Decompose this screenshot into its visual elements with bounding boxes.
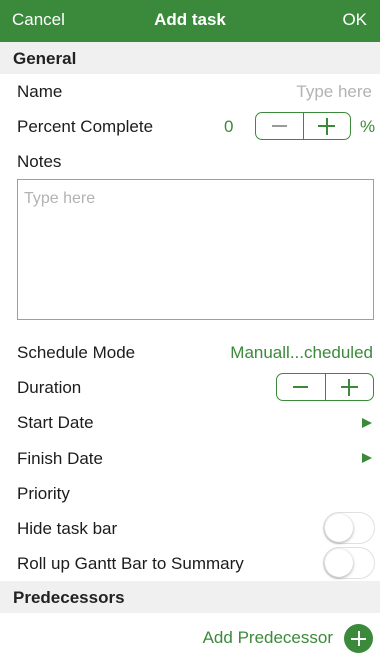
- section-header-predecessors: Predecessors: [0, 581, 380, 613]
- name-label: Name: [17, 82, 63, 101]
- section-header-general: General: [0, 42, 380, 74]
- notes-placeholder: Type here: [24, 190, 96, 207]
- percent-complete-label: Percent Complete: [17, 117, 154, 136]
- priority-label[interactable]: Priority: [17, 484, 70, 504]
- percent-unit: %: [360, 117, 376, 136]
- notes-label: Notes: [17, 152, 62, 171]
- start-date-label[interactable]: Start Date: [17, 413, 94, 433]
- rollup-label: Roll up Gantt Bar to Summary: [17, 554, 244, 573]
- percent-stepper: [255, 112, 351, 140]
- duration-stepper: [276, 373, 374, 401]
- section-title-predecessors: Predecessors: [13, 588, 125, 607]
- toggle-knob: [325, 514, 353, 542]
- percent-complete-value: 0: [224, 117, 234, 136]
- minus-icon: [271, 125, 287, 127]
- page-title: Add task: [154, 10, 226, 29]
- notes-textarea[interactable]: Type here: [17, 179, 374, 320]
- duration-label: Duration: [17, 378, 82, 397]
- toggle-knob: [325, 549, 353, 577]
- schedule-mode-value[interactable]: Manuall...cheduled: [230, 343, 373, 363]
- duration-decrement-button[interactable]: [277, 374, 325, 400]
- percent-increment-button[interactable]: [302, 113, 351, 139]
- finish-date-disclosure-icon[interactable]: [362, 453, 372, 463]
- finish-date-label[interactable]: Finish Date: [17, 449, 103, 469]
- add-predecessor-button[interactable]: Add Predecessor: [203, 628, 333, 648]
- add-circle-icon[interactable]: [344, 624, 373, 653]
- minus-icon: [293, 386, 309, 388]
- schedule-mode-label: Schedule Mode: [17, 343, 136, 362]
- start-date-disclosure-icon[interactable]: [362, 418, 372, 428]
- hide-task-bar-label: Hide task bar: [17, 519, 118, 538]
- nav-bar: Cancel Add task OK: [0, 0, 380, 42]
- section-title-general: General: [13, 49, 77, 68]
- hide-task-bar-toggle[interactable]: [323, 512, 375, 544]
- rollup-toggle[interactable]: [323, 547, 375, 579]
- name-input[interactable]: Type here: [296, 82, 372, 102]
- percent-decrement-button[interactable]: [256, 113, 303, 139]
- duration-increment-button[interactable]: [324, 374, 374, 400]
- ok-button[interactable]: OK: [342, 10, 367, 30]
